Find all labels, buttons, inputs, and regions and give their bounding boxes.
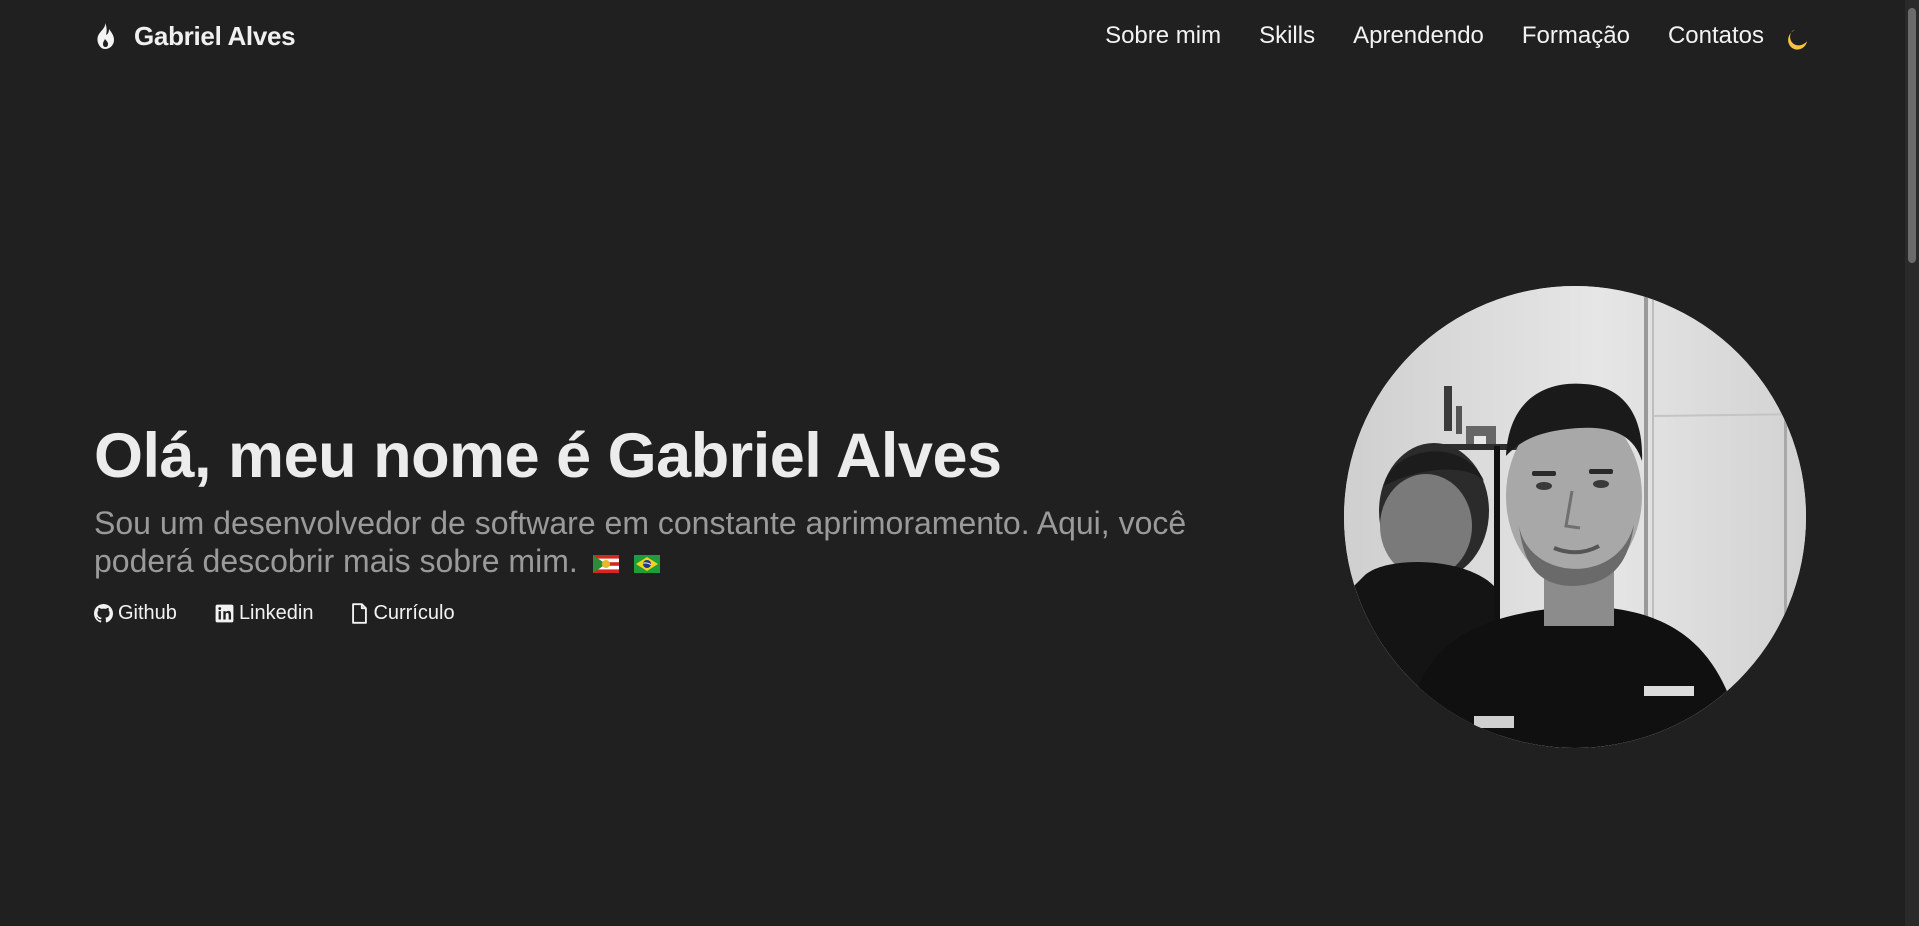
curriculo-label: Currículo [373, 602, 455, 624]
profile-photo-illustration [1344, 286, 1806, 748]
curriculo-link[interactable]: Currículo [351, 602, 455, 625]
github-link[interactable]: Github [94, 602, 177, 625]
file-icon [352, 603, 368, 624]
linkedin-label: Linkedin [238, 602, 314, 624]
santa-catarina-flag-icon [592, 554, 619, 573]
hero-section: Olá, meu nome é Gabriel Alves Sou um des… [94, 418, 1294, 625]
profile-photo [1344, 286, 1806, 748]
github-label: Github [118, 602, 177, 624]
page: Gabriel Alves Sobre mim Skills Aprendend… [0, 0, 1919, 926]
site-header: Gabriel Alves Sobre mim Skills Aprendend… [0, 0, 1919, 72]
hero-subtitle: Sou um desenvolvedor de software em cons… [94, 504, 1294, 580]
scrollbar-thumb[interactable] [1908, 8, 1916, 263]
nav-skills[interactable]: Skills [1259, 22, 1315, 50]
nav-aprendendo[interactable]: Aprendendo [1353, 22, 1484, 50]
main-nav: Sobre mim Skills Aprendendo Formação Con… [1105, 18, 1764, 54]
linkedin-link[interactable]: Linkedin [215, 602, 314, 625]
brand-name: Gabriel Alves [134, 20, 296, 51]
github-icon [94, 604, 113, 623]
brazil-flag-icon [633, 554, 660, 573]
hero-title: Olá, meu nome é Gabriel Alves [94, 421, 1002, 491]
linkedin-icon [215, 604, 234, 623]
brand-link[interactable]: Gabriel Alves [94, 18, 296, 54]
social-links: Github Linkedin Currículo [94, 602, 1294, 625]
flame-icon [97, 23, 114, 49]
nav-contatos[interactable]: Contatos [1668, 22, 1764, 50]
nav-sobre-mim[interactable]: Sobre mim [1105, 22, 1221, 50]
moon-icon[interactable] [1780, 26, 1808, 54]
page-scrollbar[interactable] [1905, 0, 1919, 926]
nav-formacao[interactable]: Formação [1522, 22, 1630, 50]
